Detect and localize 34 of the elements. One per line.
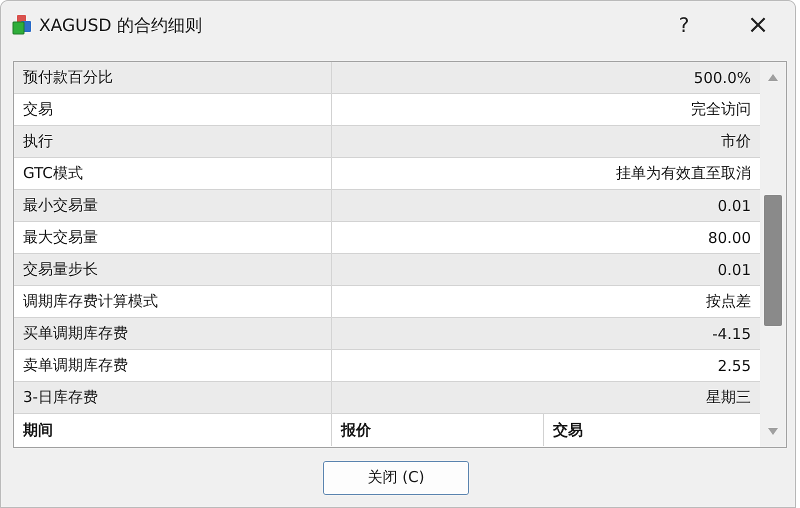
scrollbar[interactable] — [760, 62, 786, 447]
scroll-up-icon[interactable] — [768, 74, 778, 81]
value-cell-text: 完全访问 — [690, 99, 752, 120]
value-cell-text: 市价 — [720, 131, 752, 152]
value-cell-text: 500.0% — [692, 68, 752, 88]
app-icon — [11, 14, 33, 36]
property-cell: 交易 — [14, 94, 332, 125]
property-cell: 交易量步长 — [14, 254, 332, 285]
value-cell-text: 挂单为有效直至取消 — [615, 163, 752, 184]
property-cell: 卖单调期库存费 — [14, 350, 332, 381]
close-dialog-button[interactable]: 关闭 (C) — [323, 460, 469, 494]
property-cell: 执行 — [14, 126, 332, 157]
window-title: XAGUSD 的合约细则 — [39, 14, 202, 36]
scroll-down-icon[interactable] — [768, 428, 778, 435]
value-cell-text: -4.15 — [711, 324, 752, 344]
scroll-thumb[interactable] — [764, 195, 782, 326]
property-cell: 3-日库存费 — [14, 382, 332, 413]
value-cell-text: 按点差 — [705, 291, 752, 312]
property-cell: GTC模式 — [14, 158, 332, 189]
property-cell: 最小交易量 — [14, 190, 332, 221]
property-cell: 最大交易量 — [14, 222, 332, 253]
value-cell-text: 2.55 — [716, 356, 752, 376]
column-header: 交易 — [552, 420, 584, 440]
column-header: 报价 — [332, 414, 544, 446]
close-button[interactable]: × — [721, 3, 795, 47]
value-cell-text: 星期三 — [705, 387, 752, 408]
help-button[interactable]: ? — [647, 3, 721, 47]
value-cell-text: 80.00 — [707, 228, 752, 248]
property-cell: 买单调期库存费 — [14, 318, 332, 349]
value-cell-text: 0.01 — [716, 260, 752, 280]
property-cell: 预付款百分比 — [14, 62, 332, 93]
column-header: 期间 — [14, 414, 332, 446]
property-cell: 调期库存费计算模式 — [14, 286, 332, 317]
value-cell-text: 0.01 — [716, 196, 752, 216]
